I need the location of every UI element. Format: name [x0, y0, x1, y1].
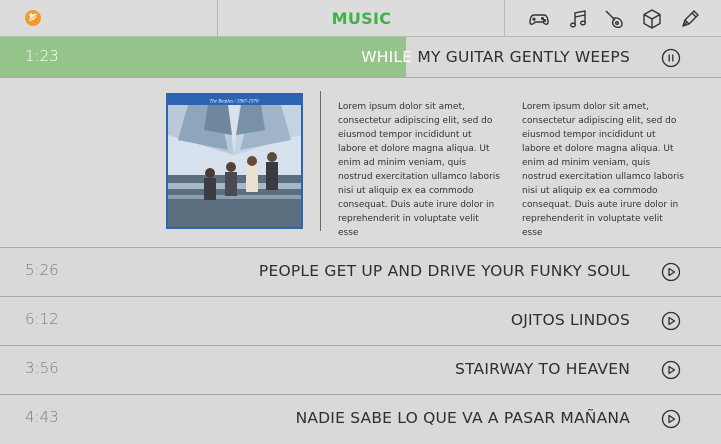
header-divider	[504, 0, 505, 37]
guitar-icon[interactable]	[603, 8, 625, 30]
top-bar: MUSIC	[0, 0, 721, 37]
track-details-panel: The Beatles / 1967-1970 Lorem ipsum dolo…	[0, 78, 721, 248]
music-notes-icon[interactable]	[567, 8, 589, 30]
track-title: NADIE SABE LO QUE VA A PASAR MAÑANA	[295, 409, 630, 427]
play-icon[interactable]	[661, 311, 681, 331]
track-title-rest: MY GUITAR GENTLY WEEPS	[417, 48, 630, 66]
track-title-lead: WHILE	[361, 48, 413, 66]
play-icon[interactable]	[661, 409, 681, 429]
leaf-logo-icon[interactable]	[24, 9, 42, 27]
details-divider	[320, 91, 321, 231]
pen-icon[interactable]	[679, 8, 701, 30]
track-time: 4:43	[25, 408, 59, 426]
track-title: PEOPLE GET UP AND DRIVE YOUR FUNKY SOUL	[258, 262, 630, 280]
track-row[interactable]: 5:26 PEOPLE GET UP AND DRIVE YOUR FUNKY …	[0, 248, 721, 297]
track-time: 3:56	[25, 359, 59, 377]
cover-caption: The Beatles / 1967-1970	[209, 100, 259, 105]
track-time: 6:12	[25, 310, 59, 328]
track-row[interactable]: 6:12 OJITOS LINDOS	[0, 297, 721, 346]
progress-bar[interactable]	[0, 37, 406, 77]
description-text: Lorem ipsum dolor sit amet, consectetur …	[338, 102, 500, 238]
track-title: WHILE MY GUITAR GENTLY WEEPS	[361, 48, 630, 66]
pause-icon[interactable]	[661, 48, 681, 68]
track-time: 1:23	[25, 47, 59, 65]
track-row[interactable]: 4:43 NADIE SABE LO QUE VA A PASAR MAÑANA	[0, 395, 721, 444]
track-title: OJITOS LINDOS	[510, 311, 630, 329]
play-icon[interactable]	[661, 262, 681, 282]
cube-icon[interactable]	[641, 8, 663, 30]
gamepad-icon[interactable]	[528, 8, 550, 30]
track-row[interactable]: 3:56 STAIRWAY TO HEAVEN	[0, 346, 721, 395]
page-title: MUSIC	[331, 9, 392, 28]
description-text: Lorem ipsum dolor sit amet, consectetur …	[522, 102, 684, 238]
track-time: 5:26	[25, 261, 59, 279]
play-icon[interactable]	[661, 360, 681, 380]
track-title: STAIRWAY TO HEAVEN	[455, 360, 630, 378]
album-cover: The Beatles / 1967-1970	[166, 93, 303, 229]
now-playing-row[interactable]: 1:23 WHILE MY GUITAR GENTLY WEEPS	[0, 37, 721, 78]
